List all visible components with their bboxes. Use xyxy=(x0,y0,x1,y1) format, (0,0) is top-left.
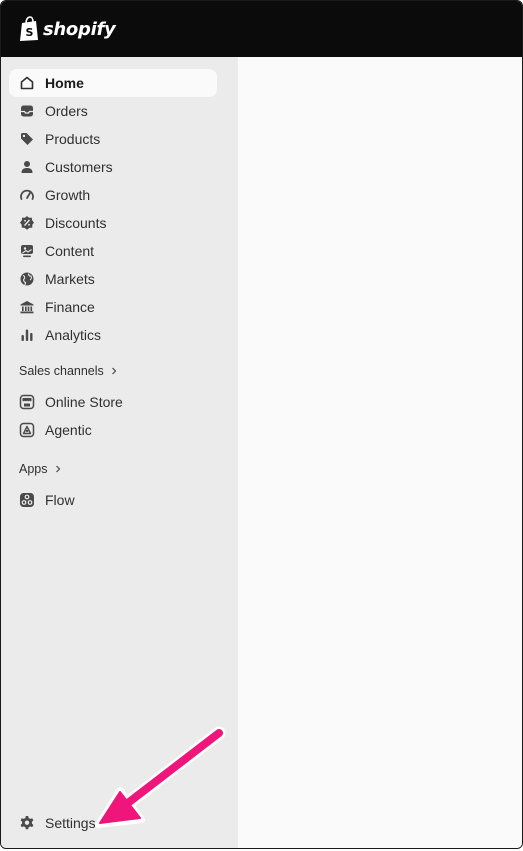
nav-item-discounts[interactable]: Discounts xyxy=(9,209,217,237)
svg-text:S: S xyxy=(26,26,34,39)
nav-label: Growth xyxy=(45,187,91,203)
nav-label: Customers xyxy=(45,159,113,175)
apps-heading[interactable]: Apps xyxy=(19,462,62,476)
nav-item-customers[interactable]: Customers xyxy=(9,153,217,181)
nav-label: Content xyxy=(45,243,95,259)
bank-icon xyxy=(19,299,35,315)
nav-label: Home xyxy=(45,75,84,91)
apps-list: Flow xyxy=(9,486,217,514)
home-icon xyxy=(19,75,35,91)
nav-item-finance[interactable]: Finance xyxy=(9,293,217,321)
nav-label: Markets xyxy=(45,271,95,287)
discount-badge-icon xyxy=(19,215,35,231)
nav-item-products[interactable]: Products xyxy=(9,125,217,153)
section-title-text: Apps xyxy=(19,462,48,476)
nav-item-content[interactable]: Content xyxy=(9,237,217,265)
person-icon xyxy=(19,159,35,175)
globe-icon xyxy=(19,271,35,287)
shopify-logo[interactable]: S shopify xyxy=(18,16,116,42)
main-content-area xyxy=(238,57,522,848)
brand-name: shopify xyxy=(43,18,116,40)
nav-item-flow[interactable]: Flow xyxy=(9,486,217,514)
nav-label: Analytics xyxy=(45,327,102,343)
gear-icon xyxy=(19,815,35,831)
section-title-text: Sales channels xyxy=(19,364,104,378)
bar-chart-icon xyxy=(19,327,35,343)
sales-channels-heading[interactable]: Sales channels xyxy=(19,364,118,378)
sidebar: Home Orders Products Customers Growth Di… xyxy=(1,57,238,848)
app-window: S shopify Home Orders Products Customers… xyxy=(0,0,523,849)
settings-section: Settings xyxy=(9,809,217,837)
nav-item-growth[interactable]: Growth xyxy=(9,181,217,209)
nav-label: Agentic xyxy=(45,422,92,438)
nav-label: Flow xyxy=(45,492,75,508)
nav-item-markets[interactable]: Markets xyxy=(9,265,217,293)
main-nav: Home Orders Products Customers Growth Di… xyxy=(9,69,217,349)
image-frame-icon xyxy=(19,243,35,259)
tag-icon xyxy=(19,131,35,147)
nav-label: Settings xyxy=(45,815,96,831)
nav-label: Orders xyxy=(45,103,88,119)
nav-label: Discounts xyxy=(45,215,107,231)
nav-label: Finance xyxy=(45,299,95,315)
gauge-icon xyxy=(19,187,35,203)
nav-item-settings[interactable]: Settings xyxy=(9,809,217,837)
agentic-icon xyxy=(19,422,35,438)
inbox-icon xyxy=(19,103,35,119)
storefront-icon xyxy=(19,394,35,410)
flow-icon xyxy=(19,492,35,508)
nav-item-online-store[interactable]: Online Store xyxy=(9,388,217,416)
chevron-right-icon xyxy=(55,465,60,473)
shopify-bag-icon: S xyxy=(20,16,38,41)
nav-item-orders[interactable]: Orders xyxy=(9,97,217,125)
nav-label: Products xyxy=(45,131,101,147)
nav-label: Online Store xyxy=(45,394,123,410)
sales-channels-list: Online Store Agentic xyxy=(9,388,217,444)
nav-item-home[interactable]: Home xyxy=(9,69,217,97)
top-bar: S shopify xyxy=(1,1,522,57)
nav-item-agentic[interactable]: Agentic xyxy=(9,416,217,444)
nav-item-analytics[interactable]: Analytics xyxy=(9,321,217,349)
chevron-right-icon xyxy=(111,367,117,375)
